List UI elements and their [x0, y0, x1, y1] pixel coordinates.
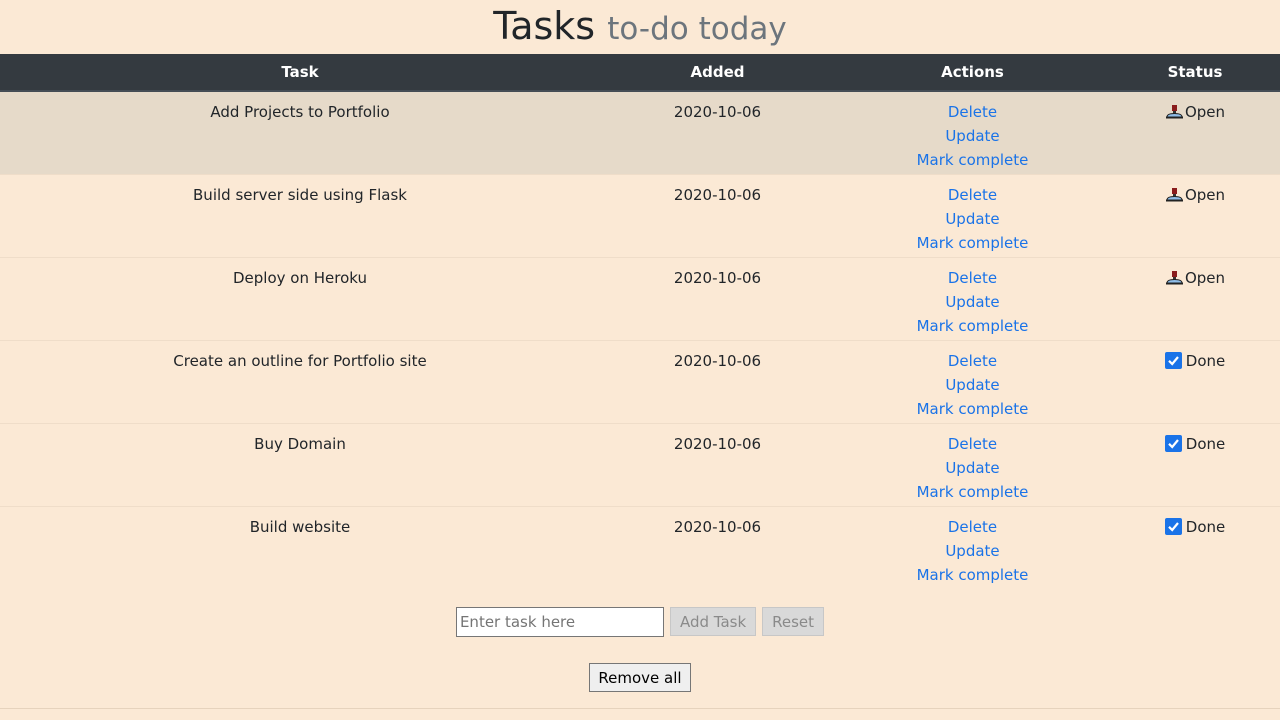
update-link[interactable]: Update — [835, 290, 1110, 314]
task-name-cell: Add Projects to Portfolio — [210, 103, 390, 121]
status-label: Done — [1185, 517, 1226, 536]
status-cell: Open — [1110, 257, 1280, 340]
table-row: Buy Domain 2020-10-06 Delete Update Mark com… — [0, 423, 1280, 506]
table-row: Add Projects to Portfolio 2020-10-06 Delet… — [0, 91, 1280, 174]
update-link[interactable]: Update — [835, 207, 1110, 231]
footer-divider — [0, 708, 1280, 709]
status-indicator: Open — [1165, 100, 1225, 124]
mark-complete-link[interactable]: Mark complete — [835, 480, 1110, 504]
actions-cell: Delete Update Mark complete — [835, 91, 1110, 174]
status-label: Done — [1185, 434, 1226, 453]
mark-complete-link[interactable]: Mark complete — [835, 314, 1110, 338]
table-row: Deploy on Heroku 2020-10-06 Delete Update Ma… — [0, 257, 1280, 340]
table-row: Build website 2020-10-06 Delete Update Mark … — [0, 506, 1280, 589]
table-header-row: Task Added Actions Status — [0, 54, 1280, 92]
delete-link[interactable]: Delete — [835, 515, 1110, 539]
hammer-icon — [1165, 187, 1184, 203]
status-label: Open — [1184, 185, 1226, 204]
status-indicator: Open — [1165, 266, 1225, 290]
update-link[interactable]: Update — [835, 124, 1110, 148]
status-label: Open — [1184, 268, 1226, 287]
status-indicator: Done — [1164, 515, 1226, 539]
table-row: Create an outline for Portfolio site 2020… — [0, 340, 1280, 423]
column-header-status: Status — [1110, 54, 1280, 92]
status-cell: Done — [1110, 340, 1280, 423]
reset-button[interactable]: Reset — [762, 607, 825, 636]
status-indicator: Open — [1165, 183, 1225, 207]
remove-all-button[interactable]: Remove all — [589, 663, 691, 692]
task-name-cell: Create an outline for Portfolio site — [173, 351, 427, 370]
added-date-cell: 2020-10-06 — [673, 351, 762, 370]
task-name-cell: Build server side using Flask — [193, 185, 407, 204]
task-name-cell: Deploy on Heroku — [233, 268, 367, 287]
task-input[interactable] — [455, 607, 664, 637]
status-label: Done — [1185, 351, 1226, 370]
column-header-task: Task — [0, 54, 600, 92]
added-date-cell: 2020-10-06 — [673, 268, 762, 287]
delete-link[interactable]: Delete — [835, 349, 1110, 373]
mark-complete-link[interactable]: Mark complete — [835, 231, 1110, 255]
hammer-icon — [1165, 104, 1184, 120]
delete-link[interactable]: Delete — [835, 432, 1110, 456]
page-title-subtitle: to-do today — [607, 11, 787, 47]
table-row: Build server side using Flask 2020-10-06 D… — [0, 174, 1280, 257]
update-link[interactable]: Update — [835, 373, 1110, 397]
status-label: Open — [1184, 103, 1226, 121]
checkbox-checked-icon — [1164, 435, 1182, 452]
actions-cell: Delete Update Mark complete — [835, 257, 1110, 340]
actions-cell: Delete Update Mark complete — [835, 423, 1110, 506]
status-indicator: Done — [1164, 349, 1226, 373]
added-date-cell: 2020-10-06 — [673, 103, 762, 121]
update-link[interactable]: Update — [835, 456, 1110, 480]
column-header-added: Added — [600, 54, 835, 92]
delete-link[interactable]: Delete — [835, 100, 1110, 124]
remove-all-bar: Remove all — [0, 663, 1280, 692]
tasks-table: Task Added Actions Status Add Projects t… — [0, 54, 1280, 589]
page-title: Tasks to-do today — [0, 0, 1280, 54]
task-name-cell: Buy Domain — [254, 434, 346, 453]
actions-cell: Delete Update Mark complete — [835, 506, 1110, 589]
status-cell: Done — [1110, 423, 1280, 506]
status-cell: Open — [1110, 91, 1280, 174]
delete-link[interactable]: Delete — [835, 266, 1110, 290]
actions-cell: Delete Update Mark complete — [835, 174, 1110, 257]
column-header-actions: Actions — [835, 54, 1110, 92]
mark-complete-link[interactable]: Mark complete — [835, 397, 1110, 421]
added-date-cell: 2020-10-06 — [673, 434, 762, 453]
mark-complete-link[interactable]: Mark complete — [835, 148, 1110, 172]
actions-cell: Delete Update Mark complete — [835, 340, 1110, 423]
status-cell: Open — [1110, 174, 1280, 257]
status-cell: Done — [1110, 506, 1280, 589]
checkbox-checked-icon — [1164, 518, 1182, 535]
page-title-main: Tasks — [493, 4, 596, 48]
update-link[interactable]: Update — [835, 539, 1110, 563]
mark-complete-link[interactable]: Mark complete — [835, 563, 1110, 587]
delete-link[interactable]: Delete — [835, 183, 1110, 207]
hammer-icon — [1165, 270, 1184, 286]
checkbox-checked-icon — [1164, 352, 1182, 369]
add-task-button[interactable]: Add Task — [669, 607, 757, 636]
task-name-cell: Build website — [249, 517, 351, 536]
add-task-form: Add Task Reset — [0, 607, 1280, 637]
status-indicator: Done — [1164, 432, 1226, 456]
added-date-cell: 2020-10-06 — [673, 185, 762, 204]
added-date-cell: 2020-10-06 — [673, 517, 762, 536]
